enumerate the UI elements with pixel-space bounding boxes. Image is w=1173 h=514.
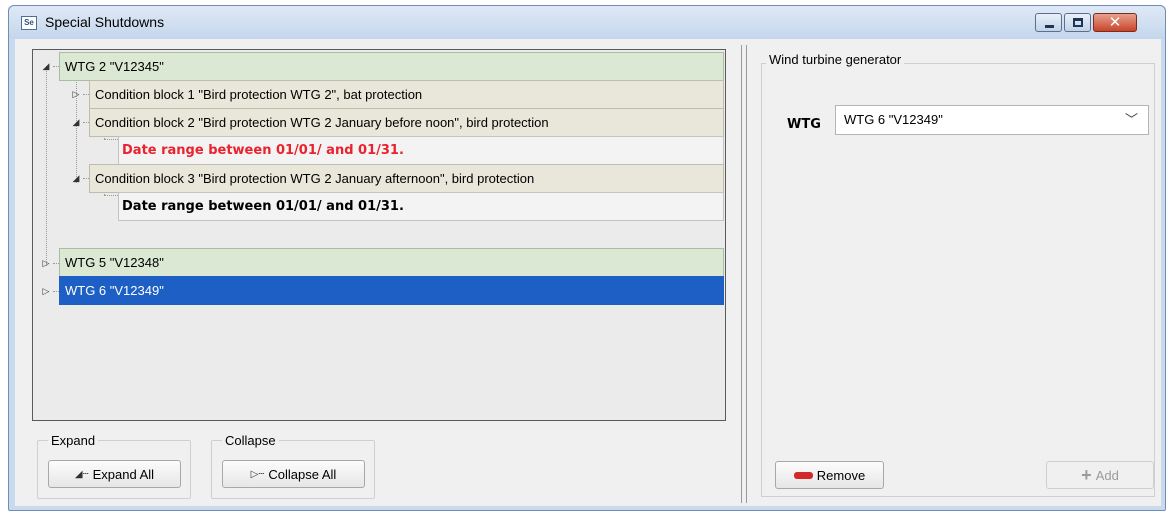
minimize-button[interactable] [1035,13,1062,32]
tree-node-condition-block-2[interactable]: Condition block 2 "Bird protection WTG 2… [89,108,724,137]
tree-node-condition-block-3[interactable]: Condition block 3 "Bird protection WTG 2… [89,164,724,193]
title-bar[interactable]: Se Special Shutdowns ✕ [9,6,1165,39]
collapse-group: Collapse ▷┄ Collapse All [211,433,375,499]
tree-connector [104,195,118,196]
wtg-select[interactable]: WTG 6 "V12349" ﹀ [835,105,1149,135]
wtg-field-label: WTG [787,117,821,132]
shutdown-tree[interactable]: ◢ ▷ ◢ ◢ ▷ ▷ WTG 2 "V12345" Condition blo… [32,49,726,421]
remove-icon [793,471,813,479]
close-button[interactable]: ✕ [1093,13,1137,32]
collapse-tree-icon: ▷┄ [250,468,265,480]
wtg-group-label: Wind turbine generator [766,52,905,67]
pane-splitter[interactable] [741,45,747,503]
tree-node-wtg-6[interactable]: WTG 6 "V12349" [59,276,724,305]
minimize-icon [1045,25,1054,28]
chevron-down-icon[interactable]: ﹀ [1125,106,1138,134]
collapse-all-label: Collapse All [268,466,337,482]
collapse-all-button[interactable]: ▷┄ Collapse All [222,460,365,488]
collapse-group-label: Collapse [222,433,279,448]
expand-toggle-icon[interactable]: ▷ [70,88,82,100]
add-icon: + [1081,464,1092,485]
collapse-toggle-icon[interactable]: ◢ [40,60,52,72]
wtg-select-value: WTG 6 "V12349" [844,112,943,127]
tree-connector [104,139,118,140]
left-pane: ◢ ▷ ◢ ◢ ▷ ▷ WTG 2 "V12345" Condition blo… [15,39,739,506]
maximize-button[interactable] [1064,13,1091,32]
tree-node-condition-block-1[interactable]: Condition block 1 "Bird protection WTG 2… [89,80,724,109]
remove-label: Remove [816,467,866,483]
add-label: Add [1095,467,1119,483]
close-icon: ✕ [1108,14,1122,31]
remove-button[interactable]: Remove [775,461,884,489]
tree-node-wtg-5[interactable]: WTG 5 "V12348" [59,248,724,277]
tree-node-date-range[interactable]: Date range between 01/01/ and 01/31. [118,192,724,221]
expand-tree-icon: ◢┄ [74,468,89,480]
collapse-toggle-icon[interactable]: ◢ [70,116,82,128]
expand-toggle-icon[interactable]: ▷ [40,257,52,269]
expand-toggle-icon[interactable]: ▷ [40,285,52,297]
expand-group-label: Expand [48,433,99,448]
collapse-toggle-icon[interactable]: ◢ [70,172,82,184]
right-pane: Wind turbine generator WTG WTG 6 "V12349… [753,39,1161,506]
tree-connector [46,66,47,266]
expand-all-label: Expand All [92,466,155,482]
expand-all-button[interactable]: ◢┄ Expand All [48,460,181,488]
special-shutdowns-window: Se Special Shutdowns ✕ ◢ ▷ ◢ ◢ ▷ ▷ WTG 2… [8,5,1166,511]
client-area: ◢ ▷ ◢ ◢ ▷ ▷ WTG 2 "V12345" Condition blo… [15,39,1161,506]
tree-node-date-range-error[interactable]: Date range between 01/01/ and 01/31. [118,136,724,165]
window-title: Special Shutdowns [45,14,165,30]
expand-group: Expand ◢┄ Expand All [37,433,191,499]
maximize-icon [1073,18,1083,27]
add-button[interactable]: + Add [1046,461,1154,489]
tree-node-wtg-2[interactable]: WTG 2 "V12345" [59,52,724,81]
app-icon: Se [21,16,37,30]
